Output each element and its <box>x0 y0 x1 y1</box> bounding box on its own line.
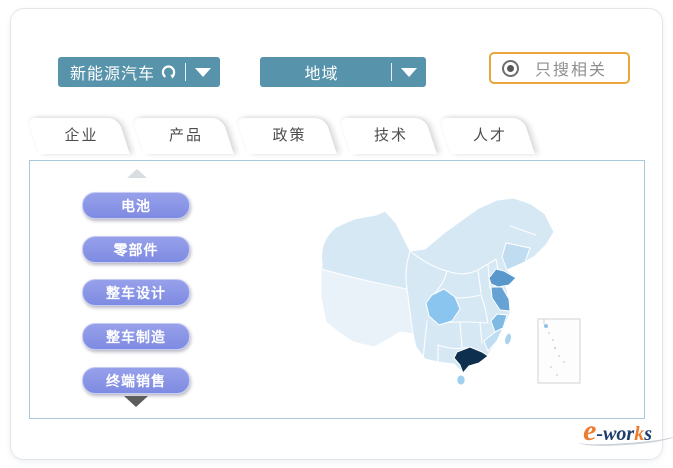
map-province-hainan[interactable] <box>456 374 466 386</box>
logo-accent: k <box>634 423 645 445</box>
category-button-parts[interactable]: 零部件 <box>82 236 190 263</box>
tab-label: 人才 <box>472 127 507 144</box>
map-province-liaoning[interactable] <box>501 242 531 271</box>
category-button-vehicle-manufacturing[interactable]: 整车制造 <box>82 323 190 350</box>
tab-enterprise[interactable]: 企业 <box>27 118 134 154</box>
category-dropdown-label: 新能源汽车 <box>70 66 156 83</box>
related-only-label: 只搜相关 <box>535 62 608 79</box>
tab-label: 技术 <box>373 127 408 144</box>
tab-talent[interactable]: 人才 <box>439 118 539 154</box>
related-only-toggle[interactable]: 只搜相关 <box>489 52 630 84</box>
tab-bar: 企业 产品 政策 技术 人才 <box>27 118 539 154</box>
divider <box>391 63 392 81</box>
tab-policy[interactable]: 政策 <box>236 118 341 154</box>
category-button-label: 整车制造 <box>106 328 166 345</box>
category-button-label: 终端销售 <box>106 372 166 389</box>
china-map <box>292 171 622 411</box>
tab-label: 政策 <box>272 127 307 144</box>
region-dropdown-label: 地域 <box>304 66 339 83</box>
map-inset-south-china-sea <box>537 318 581 384</box>
radio-icon[interactable] <box>502 59 519 77</box>
category-button-battery[interactable]: 电池 <box>82 192 190 219</box>
logo-e: e <box>583 414 597 447</box>
main-card: 新能源汽车 地域 只搜相关 企业 产品 政策 技术 人才 电池 零部件 整车设计… <box>10 8 673 460</box>
logo-text: s <box>644 423 652 445</box>
divider <box>185 63 186 81</box>
scroll-down-icon[interactable] <box>124 396 148 407</box>
content-panel: 电池 零部件 整车设计 整车制造 终端销售 <box>29 160 645 419</box>
tab-product[interactable]: 产品 <box>132 118 238 154</box>
logo-text: -wor <box>596 423 635 445</box>
category-button-label: 电池 <box>121 197 151 214</box>
eworks-logo: e-works <box>578 414 673 451</box>
category-button-terminal-sales[interactable]: 终端销售 <box>82 367 190 394</box>
category-button-label: 零部件 <box>113 241 159 258</box>
map-province-taiwan[interactable] <box>503 332 512 346</box>
chevron-down-icon[interactable] <box>401 67 417 77</box>
scroll-up-icon[interactable] <box>127 169 147 178</box>
category-button-label: 整车设计 <box>106 284 166 301</box>
refresh-icon[interactable] <box>160 63 177 81</box>
tab-label: 企业 <box>64 127 99 144</box>
region-dropdown[interactable]: 地域 <box>260 57 426 87</box>
tab-technology[interactable]: 技术 <box>339 118 441 154</box>
category-button-vehicle-design[interactable]: 整车设计 <box>82 279 190 306</box>
tab-label: 产品 <box>168 127 203 144</box>
chevron-down-icon[interactable] <box>195 67 211 77</box>
category-dropdown[interactable]: 新能源汽车 <box>58 57 220 87</box>
